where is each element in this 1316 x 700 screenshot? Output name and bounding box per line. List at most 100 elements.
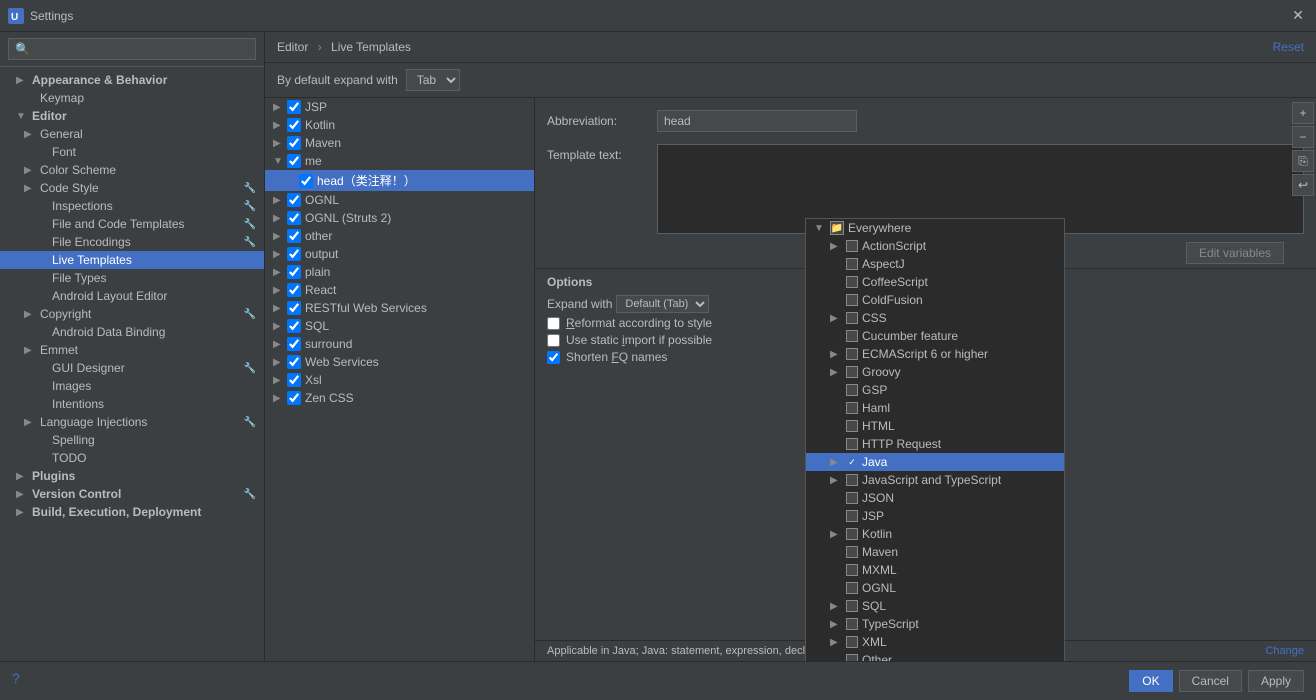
context-item[interactable]: AspectJ: [806, 255, 1064, 273]
abbreviation-input[interactable]: [657, 110, 857, 132]
context-item[interactable]: JSON: [806, 489, 1064, 507]
ctx-checkbox[interactable]: [846, 402, 858, 414]
context-item[interactable]: Maven: [806, 543, 1064, 561]
reset-button[interactable]: Reset: [1273, 40, 1304, 54]
template-list-item[interactable]: ▶ OGNL: [265, 191, 534, 209]
context-item[interactable]: Haml: [806, 399, 1064, 417]
copy-button[interactable]: ⎘: [1292, 150, 1314, 172]
context-item[interactable]: Other: [806, 651, 1064, 661]
template-list-item[interactable]: ▶ SQL: [265, 317, 534, 335]
shorten-checkbox[interactable]: [547, 351, 560, 364]
template-checkbox[interactable]: [287, 211, 301, 225]
sidebar-item-font[interactable]: Font: [0, 143, 264, 161]
sidebar-item-language-injections[interactable]: ▶ Language Injections 🔧: [0, 413, 264, 431]
context-item[interactable]: ▶ Kotlin: [806, 525, 1064, 543]
sidebar-item-general[interactable]: ▶ General: [0, 125, 264, 143]
template-checkbox[interactable]: [299, 174, 313, 188]
context-item[interactable]: Cucumber feature: [806, 327, 1064, 345]
template-checkbox[interactable]: [287, 355, 301, 369]
template-list-item[interactable]: ▶ OGNL (Struts 2): [265, 209, 534, 227]
sidebar-item-keymap[interactable]: Keymap: [0, 89, 264, 107]
change-link[interactable]: Change: [1265, 645, 1304, 657]
ctx-checkbox[interactable]: [846, 510, 858, 522]
sidebar-item-intentions[interactable]: Intentions: [0, 395, 264, 413]
template-list-item[interactable]: ▶ Zen CSS: [265, 389, 534, 407]
ctx-checkbox[interactable]: [846, 330, 858, 342]
template-list-item[interactable]: ▶ Maven: [265, 134, 534, 152]
template-checkbox[interactable]: [287, 229, 301, 243]
ctx-checkbox[interactable]: [846, 528, 858, 540]
ctx-checkbox[interactable]: [846, 654, 858, 661]
close-button[interactable]: ✕: [1288, 6, 1308, 26]
template-list-item[interactable]: ▶ Kotlin: [265, 116, 534, 134]
sidebar-item-android-layout-editor[interactable]: Android Layout Editor: [0, 287, 264, 305]
template-checkbox[interactable]: [287, 154, 301, 168]
template-checkbox[interactable]: [287, 193, 301, 207]
template-list-item[interactable]: ▶ output: [265, 245, 534, 263]
expand-select[interactable]: Tab: [406, 69, 460, 91]
ctx-checkbox[interactable]: [846, 564, 858, 576]
ctx-checkbox[interactable]: [846, 312, 858, 324]
reformat-checkbox[interactable]: [547, 317, 560, 330]
sidebar-item-spelling[interactable]: Spelling: [0, 431, 264, 449]
context-item[interactable]: ▶ ECMAScript 6 or higher: [806, 345, 1064, 363]
context-item[interactable]: HTML: [806, 417, 1064, 435]
context-item[interactable]: ▼ 📁 Everywhere: [806, 219, 1064, 237]
sidebar-item-todo[interactable]: TODO: [0, 449, 264, 467]
context-item[interactable]: JSP: [806, 507, 1064, 525]
context-item[interactable]: ▶ JavaScript and TypeScript: [806, 471, 1064, 489]
context-item[interactable]: ▶ ActionScript: [806, 237, 1064, 255]
sidebar-item-color-scheme[interactable]: ▶ Color Scheme: [0, 161, 264, 179]
context-item-java[interactable]: ▶ ✓ Java: [806, 453, 1064, 471]
template-list-item[interactable]: head（类注释！）: [265, 170, 534, 191]
ctx-checkbox[interactable]: [846, 294, 858, 306]
sidebar-item-version-control[interactable]: ▶ Version Control 🔧: [0, 485, 264, 503]
context-item[interactable]: ▶ Groovy: [806, 363, 1064, 381]
template-checkbox[interactable]: [287, 373, 301, 387]
sidebar-item-file-code-templates[interactable]: File and Code Templates 🔧: [0, 215, 264, 233]
template-list-item[interactable]: ▼ me: [265, 152, 534, 170]
ctx-checkbox[interactable]: [846, 492, 858, 504]
ctx-checkbox[interactable]: [846, 258, 858, 270]
template-list-item[interactable]: ▶ RESTful Web Services: [265, 299, 534, 317]
ctx-checkbox[interactable]: [846, 348, 858, 360]
sidebar-item-editor[interactable]: ▼ Editor: [0, 107, 264, 125]
ctx-checkbox[interactable]: ✓: [846, 456, 858, 468]
template-checkbox[interactable]: [287, 283, 301, 297]
context-item[interactable]: CoffeeScript: [806, 273, 1064, 291]
context-item[interactable]: ▶ TypeScript: [806, 615, 1064, 633]
ctx-checkbox[interactable]: [846, 600, 858, 612]
sidebar-item-inspections[interactable]: Inspections 🔧: [0, 197, 264, 215]
template-list-item[interactable]: ▶ plain: [265, 263, 534, 281]
context-item[interactable]: ▶ SQL: [806, 597, 1064, 615]
ok-button[interactable]: OK: [1129, 670, 1172, 692]
sidebar-item-gui-designer[interactable]: GUI Designer 🔧: [0, 359, 264, 377]
expand-with-select[interactable]: Default (Tab): [616, 295, 709, 313]
template-checkbox[interactable]: [287, 247, 301, 261]
template-list-item[interactable]: ▶ surround: [265, 335, 534, 353]
sidebar-item-file-encodings[interactable]: File Encodings 🔧: [0, 233, 264, 251]
ctx-checkbox[interactable]: [846, 546, 858, 558]
ctx-checkbox[interactable]: [846, 240, 858, 252]
context-item[interactable]: GSP: [806, 381, 1064, 399]
sidebar-item-appearance[interactable]: ▶ Appearance & Behavior: [0, 71, 264, 89]
template-checkbox[interactable]: [287, 337, 301, 351]
apply-button[interactable]: Apply: [1248, 670, 1304, 692]
sidebar-item-emmet[interactable]: ▶ Emmet: [0, 341, 264, 359]
template-checkbox[interactable]: [287, 301, 301, 315]
sidebar-item-code-style[interactable]: ▶ Code Style 🔧: [0, 179, 264, 197]
ctx-checkbox[interactable]: [846, 636, 858, 648]
search-input[interactable]: [8, 38, 256, 60]
sidebar-item-images[interactable]: Images: [0, 377, 264, 395]
context-item[interactable]: HTTP Request: [806, 435, 1064, 453]
remove-button[interactable]: −: [1292, 126, 1314, 148]
template-checkbox[interactable]: [287, 319, 301, 333]
sidebar-item-live-templates[interactable]: Live Templates: [0, 251, 264, 269]
template-checkbox[interactable]: [287, 136, 301, 150]
add-button[interactable]: +: [1292, 102, 1314, 124]
ctx-checkbox[interactable]: [846, 420, 858, 432]
ctx-checkbox[interactable]: [846, 474, 858, 486]
template-list-item[interactable]: ▶ React: [265, 281, 534, 299]
context-item[interactable]: OGNL: [806, 579, 1064, 597]
ctx-checkbox[interactable]: [846, 438, 858, 450]
